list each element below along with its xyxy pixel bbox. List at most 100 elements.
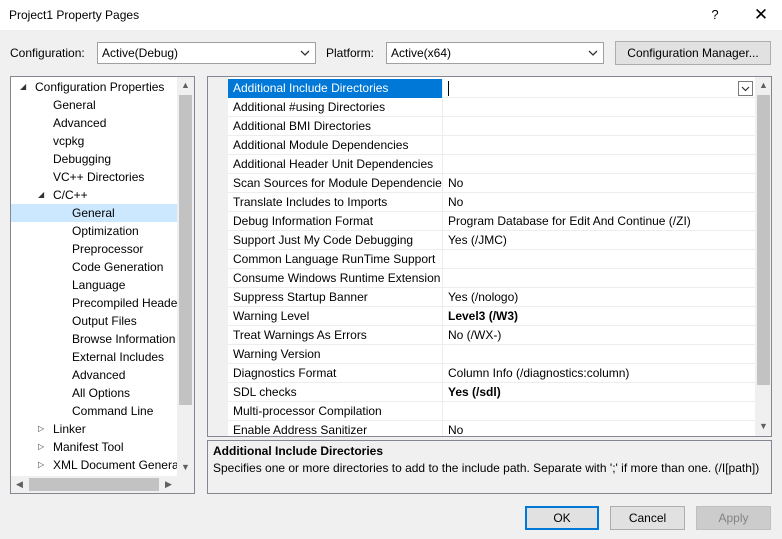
tree-item[interactable]: Precompiled Heade [11, 294, 177, 312]
property-name: Common Language RunTime Support [228, 250, 443, 269]
tree-item-label: All Options [72, 386, 131, 400]
property-row[interactable]: Additional Module Dependencies [228, 136, 755, 155]
property-row[interactable]: Scan Sources for Module Dependencies No [228, 174, 755, 193]
tree-item-label: XML Document Genera [53, 458, 177, 472]
tree-item-label: General [72, 206, 115, 220]
tree-item[interactable]: Preprocessor [11, 240, 177, 258]
configuration-manager-button[interactable]: Configuration Manager... [615, 41, 771, 65]
platform-label: Platform: [326, 46, 375, 60]
property-row[interactable]: Additional Header Unit Dependencies [228, 155, 755, 174]
scroll-left-icon[interactable]: ◀ [11, 476, 28, 493]
tree-collapse-icon[interactable]: ◢ [20, 78, 30, 96]
close-icon[interactable]: ✕ [746, 4, 776, 26]
tree-item-label: Command Line [72, 404, 154, 418]
tree-item[interactable]: Code Generation [11, 258, 177, 276]
platform-value: Active(x64) [391, 46, 452, 60]
tree-item-label: General [53, 98, 96, 112]
property-row[interactable]: Enable Address Sanitizer No [228, 421, 755, 436]
tree-item[interactable]: General [11, 204, 177, 222]
property-value [444, 98, 755, 117]
tree-expand-icon[interactable]: ▷ [38, 438, 48, 456]
property-value: No [448, 195, 464, 209]
scroll-thumb[interactable] [757, 95, 770, 385]
scroll-down-icon[interactable]: ▼ [755, 418, 771, 435]
property-row[interactable]: Multi-processor Compilation [228, 402, 755, 421]
ok-button[interactable]: OK [525, 506, 599, 530]
tree-item-label: Preprocessor [72, 242, 144, 256]
scroll-right-icon[interactable]: ▶ [160, 476, 177, 493]
property-name: Translate Includes to Imports [228, 193, 443, 212]
tree-item[interactable]: Debugging [11, 150, 177, 168]
property-value: Column Info (/diagnostics:column) [448, 366, 630, 380]
property-row[interactable]: Additional BMI Directories [228, 117, 755, 136]
configuration-dropdown[interactable]: Active(Debug) [97, 42, 316, 64]
property-name: Additional Header Unit Dependencies [228, 155, 443, 174]
tree-item[interactable]: ◢ Configuration Properties [11, 78, 177, 96]
tree-vertical-scrollbar[interactable]: ▲ ▼ [177, 77, 194, 476]
property-value: No [448, 176, 464, 190]
tree-item-label: Precompiled Heade [72, 296, 177, 310]
tree-item[interactable]: ▷ Linker [11, 420, 177, 438]
property-name: Warning Version [228, 345, 443, 364]
scroll-up-icon[interactable]: ▲ [177, 77, 194, 94]
tree-item[interactable]: vcpkg [11, 132, 177, 150]
property-value: Program Database for Edit And Continue (… [448, 214, 691, 228]
property-row[interactable]: Warning Version [228, 345, 755, 364]
tree-item[interactable]: Advanced [11, 366, 177, 384]
property-row[interactable]: Warning Level Level3 (/W3) [228, 307, 755, 326]
tree-horizontal-scrollbar[interactable]: ◀ ▶ [11, 476, 177, 493]
tree-item[interactable]: Optimization [11, 222, 177, 240]
property-row[interactable]: Suppress Startup Banner Yes (/nologo) [228, 288, 755, 307]
property-row[interactable]: Additional Include Directories [228, 79, 755, 98]
tree-item[interactable]: General [11, 96, 177, 114]
description-panel: Additional Include Directories Specifies… [207, 440, 772, 494]
property-row[interactable]: Common Language RunTime Support [228, 250, 755, 269]
property-value: No (/WX-) [448, 328, 502, 342]
tree-expand-icon[interactable]: ▷ [38, 456, 48, 474]
tree-item[interactable]: External Includes [11, 348, 177, 366]
scroll-corner [177, 476, 194, 493]
property-value: Yes (/JMC) [448, 233, 507, 247]
configuration-label: Configuration: [10, 46, 85, 60]
scroll-thumb[interactable] [179, 95, 192, 405]
property-value [444, 155, 755, 174]
apply-button[interactable]: Apply [696, 506, 771, 530]
tree-item[interactable]: Advanced [11, 114, 177, 132]
platform-dropdown[interactable]: Active(x64) [386, 42, 604, 64]
property-name: Additional #using Directories [228, 98, 443, 117]
configuration-value: Active(Debug) [102, 46, 179, 60]
property-row[interactable]: Treat Warnings As Errors No (/WX-) [228, 326, 755, 345]
property-value: Level3 (/W3) [448, 309, 519, 323]
property-name: Additional Module Dependencies [228, 136, 443, 155]
property-row[interactable]: Additional #using Directories [228, 98, 755, 117]
property-row[interactable]: Translate Includes to Imports No [228, 193, 755, 212]
property-row[interactable]: Diagnostics Format Column Info (/diagnost… [228, 364, 755, 383]
property-row[interactable]: Support Just My Code Debugging Yes (/JMC) [228, 231, 755, 250]
tree-item[interactable]: Language [11, 276, 177, 294]
property-value [444, 269, 755, 288]
cancel-button[interactable]: Cancel [610, 506, 685, 530]
tree-item[interactable]: Command Line [11, 402, 177, 420]
property-row[interactable]: Consume Windows Runtime Extension [228, 269, 755, 288]
scroll-down-icon[interactable]: ▼ [177, 459, 194, 476]
tree-item[interactable]: ▷ XML Document Genera [11, 456, 177, 474]
value-dropdown-button[interactable] [738, 81, 753, 96]
tree-item[interactable]: ▷ Manifest Tool [11, 438, 177, 456]
tree-item[interactable]: Browse Information [11, 330, 177, 348]
help-icon[interactable]: ? [700, 4, 730, 26]
tree-expand-icon[interactable]: ▷ [38, 420, 48, 438]
tree-item[interactable]: All Options [11, 384, 177, 402]
property-row[interactable]: Debug Information Format Program Database… [228, 212, 755, 231]
tree-item-label: C/C++ [53, 188, 88, 202]
tree-item[interactable]: Output Files [11, 312, 177, 330]
grid-vertical-scrollbar[interactable]: ▲ ▼ [755, 77, 771, 436]
scroll-up-icon[interactable]: ▲ [755, 77, 771, 94]
tree-collapse-icon[interactable]: ◢ [38, 186, 48, 204]
tree-item[interactable]: VC++ Directories [11, 168, 177, 186]
property-row[interactable]: SDL checks Yes (/sdl) [228, 383, 755, 402]
property-value-input[interactable] [448, 81, 759, 96]
tree-item-label: Browse Information [72, 332, 176, 346]
scroll-thumb-horizontal[interactable] [29, 478, 159, 491]
tree-item[interactable]: ◢ C/C++ [11, 186, 177, 204]
title-bar: Project1 Property Pages ? ✕ [0, 0, 782, 30]
